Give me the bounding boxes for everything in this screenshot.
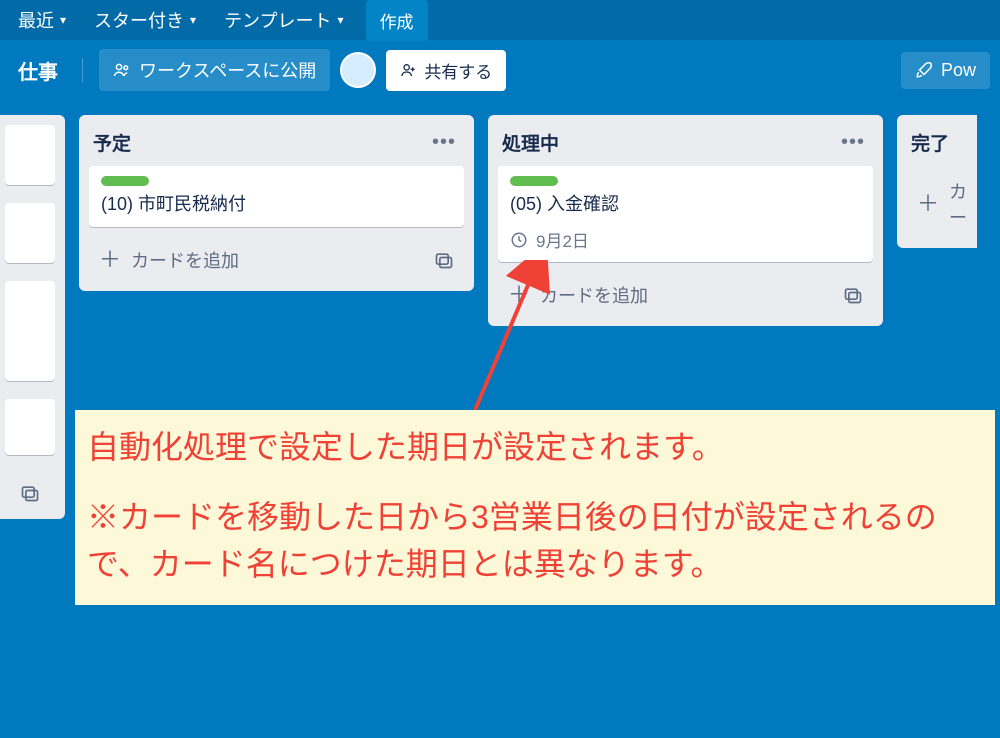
visibility-label: ワークスペースに公開 (139, 57, 316, 83)
annotation-line1: 自動化処理で設定した期日が設定されます。 (87, 424, 983, 470)
people-icon (113, 61, 131, 79)
create-button-label: 作成 (380, 13, 414, 32)
add-card-label: カードを追加 (540, 282, 648, 308)
nav-starred-label: スター付き (94, 7, 184, 33)
create-button[interactable]: 作成 (366, 0, 428, 41)
template-icon (20, 483, 40, 503)
list-header: 処理中 ••• (498, 125, 873, 158)
plus-icon: ＋ (99, 249, 121, 271)
separator (82, 58, 83, 82)
powerups-label: Pow (941, 60, 976, 81)
add-card-row: ＋ カードを追加 (498, 270, 873, 316)
list-scheduled: 予定 ••• (10) 市町民税納付 ＋ カードを追加 (79, 115, 474, 291)
plus-icon: ＋ (508, 284, 530, 306)
card[interactable]: (05) 入金確認 9月2日 (498, 166, 873, 262)
add-card-row: ＋ カードを追加 (89, 235, 464, 281)
clock-icon (510, 231, 528, 249)
nav-templates[interactable]: テンプレート ▾ (214, 1, 354, 39)
chevron-down-icon: ▾ (190, 13, 196, 27)
annotation-line2: ※カードを移動した日から3営業日後の日付が設定されるので、カード名につけた期日と… (87, 494, 983, 587)
plus-icon: ＋ (917, 193, 939, 215)
avatar[interactable] (340, 52, 376, 88)
chevron-down-icon: ▾ (338, 13, 344, 27)
card-placeholder[interactable] (5, 281, 55, 381)
template-card-button[interactable] (839, 281, 867, 309)
card-badges: 9月2日 (510, 227, 861, 252)
list-title[interactable]: 完了 (911, 129, 949, 156)
list-done: 完了 ＋ カー (897, 115, 977, 248)
label-green[interactable] (101, 176, 149, 186)
powerups-button[interactable]: Pow (901, 52, 990, 89)
nav-recent-label: 最近 (18, 7, 54, 33)
nav-templates-label: テンプレート (224, 7, 331, 33)
visibility-button[interactable]: ワークスペースに公開 (99, 49, 330, 91)
rocket-icon (915, 61, 933, 79)
add-card-label: カードを追加 (131, 247, 239, 273)
card[interactable]: (10) 市町民税納付 (89, 166, 464, 227)
template-icon (843, 285, 863, 305)
card-title: (05) 入金確認 (510, 192, 861, 217)
top-navigation: 最近 ▾ スター付き ▾ テンプレート ▾ 作成 (0, 0, 1000, 40)
card-placeholder[interactable] (5, 399, 55, 455)
add-card-row (5, 473, 55, 509)
due-date-badge[interactable]: 9月2日 (536, 227, 589, 252)
card-title: (10) 市町民税納付 (101, 192, 452, 217)
template-icon (434, 250, 454, 270)
add-card-button[interactable]: ＋ カードを追加 (95, 241, 243, 279)
list-title[interactable]: 予定 (93, 129, 131, 156)
list-processing: 処理中 ••• (05) 入金確認 9月2日 ＋ カードを追加 (488, 115, 883, 326)
list-title[interactable]: 処理中 (502, 129, 559, 156)
list-menu-button[interactable]: ••• (837, 129, 869, 156)
list-header: 予定 ••• (89, 125, 464, 158)
list-partial-left (0, 115, 65, 519)
nav-recent[interactable]: 最近 ▾ (8, 1, 76, 39)
add-card-label: カー (949, 178, 967, 230)
list-header: 完了 (907, 125, 967, 158)
card-placeholder[interactable] (5, 125, 55, 185)
board-header: 仕事 ワークスペースに公開 共有する Pow (0, 40, 1000, 100)
add-card-row: ＋ カー (907, 166, 967, 238)
list-menu-button[interactable]: ••• (428, 129, 460, 156)
board-name[interactable]: 仕事 (10, 52, 66, 89)
share-label: 共有する (424, 58, 492, 83)
nav-starred[interactable]: スター付き ▾ (84, 1, 206, 39)
template-card-button[interactable] (430, 246, 458, 274)
card-placeholder[interactable] (5, 203, 55, 263)
annotation-callout: 自動化処理で設定した期日が設定されます。 ※カードを移動した日から3営業日後の日… (75, 410, 995, 605)
add-card-button[interactable]: ＋ カードを追加 (504, 276, 652, 314)
template-card-button[interactable] (16, 479, 44, 507)
label-green[interactable] (510, 176, 558, 186)
add-card-button[interactable]: ＋ カー (913, 172, 971, 236)
chevron-down-icon: ▾ (60, 13, 66, 27)
share-button[interactable]: 共有する (386, 50, 506, 91)
add-user-icon (400, 62, 416, 78)
